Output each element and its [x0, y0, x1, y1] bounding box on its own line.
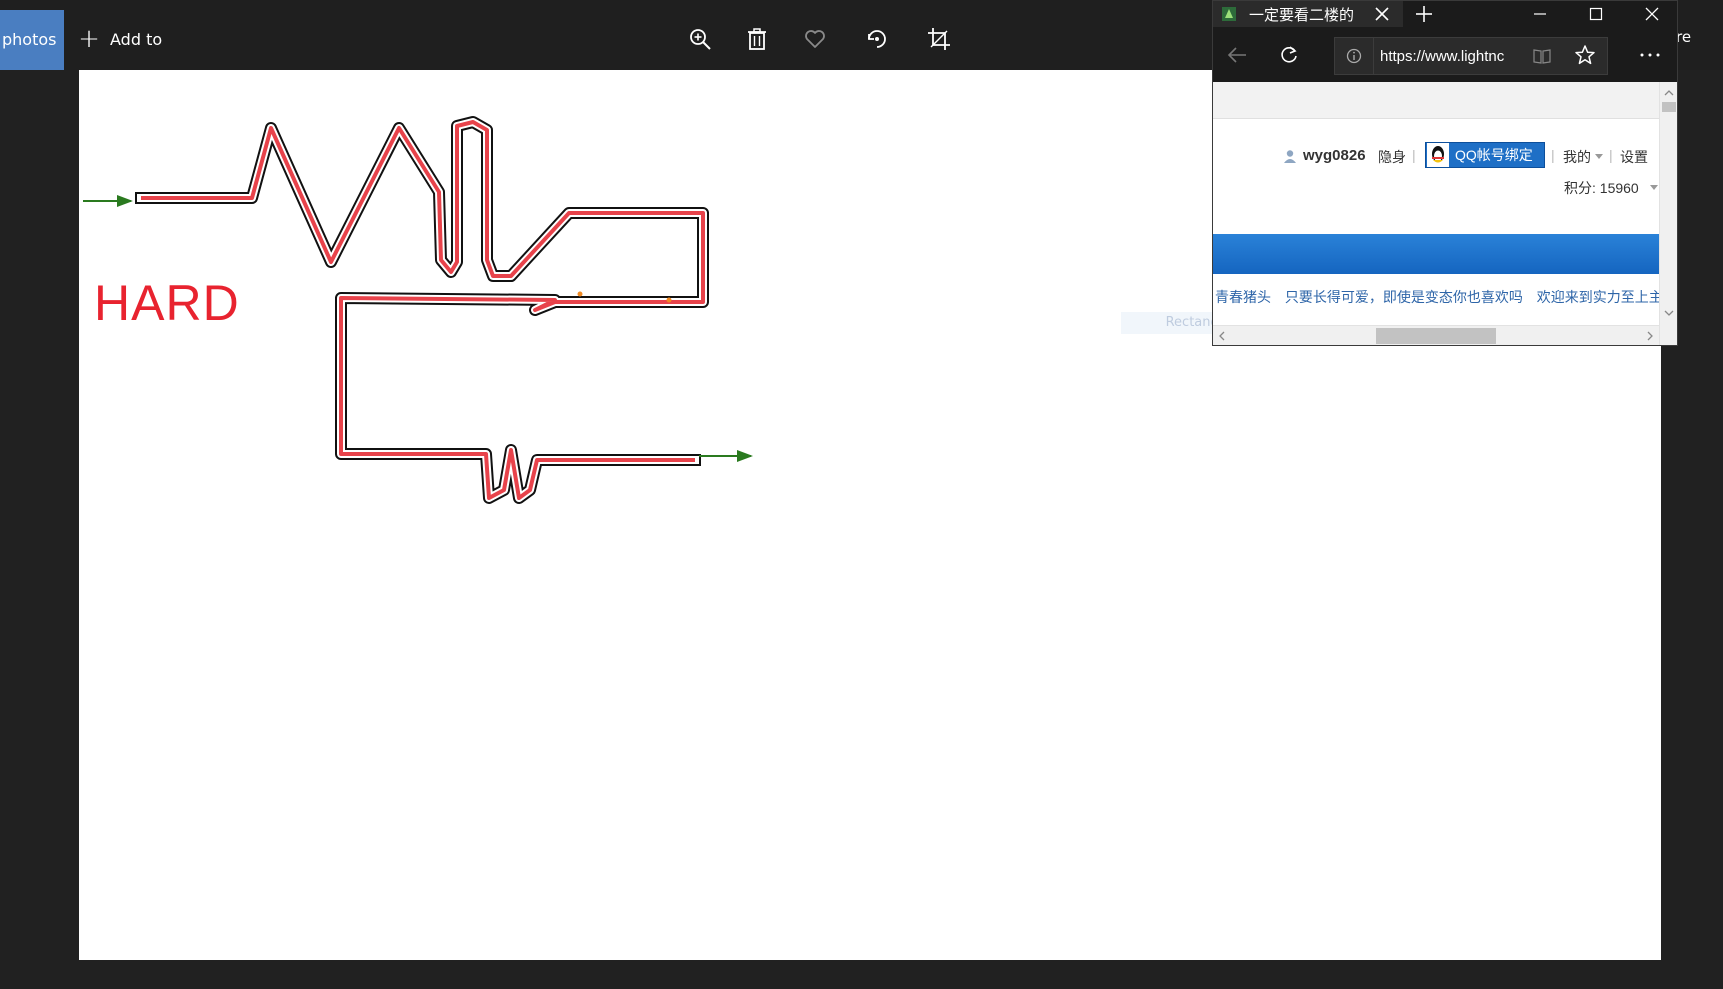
- photos-tab[interactable]: photos: [0, 10, 64, 70]
- browser-content: wyg0826 隐身 | QQ帐号绑定 | 我的 | 设置 积分: 15960 …: [1213, 82, 1659, 345]
- site-nav-bar: [1213, 234, 1659, 274]
- hard-label: HARD: [94, 275, 240, 331]
- user-bar: wyg0826 隐身 | QQ帐号绑定 | 我的 | 设置: [1213, 142, 1659, 168]
- chevron-up-icon: [1664, 90, 1674, 96]
- mine-menu[interactable]: 我的: [1563, 147, 1591, 167]
- favorite-button[interactable]: [800, 24, 830, 54]
- scroll-up-button[interactable]: [1662, 86, 1676, 100]
- chevron-down-icon: [1664, 310, 1674, 316]
- tab-title: 一定要看二楼的: [1249, 5, 1355, 24]
- add-to-button[interactable]: + Add to: [78, 24, 162, 54]
- horizontal-scroll-thumb[interactable]: [1376, 328, 1496, 344]
- back-arrow-icon: [1227, 47, 1246, 63]
- news-ticker: 青春猪头 只要长得可爱，即使是变态你也喜欢吗 欢迎来到实力至上主义的教室: [1215, 287, 1659, 307]
- add-to-label: Add to: [110, 29, 163, 49]
- refresh-button[interactable]: [1275, 41, 1303, 69]
- rotate-button[interactable]: [862, 24, 892, 54]
- info-icon: [1346, 48, 1362, 64]
- minimize-button[interactable]: [1517, 1, 1563, 27]
- plus-icon: +: [78, 24, 100, 54]
- qq-penguin-icon: [1427, 143, 1449, 167]
- settings-link[interactable]: 设置: [1620, 147, 1648, 167]
- reading-view-button[interactable]: [1530, 42, 1554, 70]
- refresh-icon: [1281, 46, 1297, 63]
- vertical-scrollbar[interactable]: [1659, 82, 1677, 345]
- separator: |: [1551, 147, 1555, 163]
- scroll-right-button[interactable]: [1643, 328, 1657, 344]
- horizontal-scrollbar[interactable]: [1213, 325, 1659, 345]
- more-menu-button[interactable]: [1633, 39, 1667, 71]
- zoom-in-button[interactable]: [685, 24, 715, 54]
- scroll-left-button[interactable]: [1215, 328, 1229, 344]
- star-icon: [1575, 45, 1595, 65]
- chevron-left-icon: [1219, 331, 1225, 341]
- url-input[interactable]: [1374, 47, 1530, 65]
- trash-icon: [748, 28, 766, 50]
- close-window-button[interactable]: [1629, 1, 1675, 27]
- username-link[interactable]: wyg0826: [1303, 147, 1366, 164]
- stealth-link[interactable]: 隐身: [1378, 147, 1406, 167]
- browser-titlebar: 一定要看二楼的: [1213, 1, 1677, 27]
- browser-navbar: [1213, 27, 1677, 82]
- content-top-strip: [1213, 82, 1659, 119]
- close-icon: [1645, 7, 1659, 21]
- qq-bind-label: QQ帐号绑定: [1455, 147, 1533, 163]
- book-icon: [1533, 49, 1551, 64]
- chevron-right-icon: [1647, 331, 1653, 341]
- site-info-button[interactable]: [1335, 38, 1374, 74]
- minimize-icon: [1534, 13, 1546, 15]
- new-tab-button[interactable]: [1411, 2, 1437, 26]
- maximize-button[interactable]: [1573, 1, 1619, 27]
- tab-close-button[interactable]: [1371, 3, 1393, 25]
- chevron-down-icon: [1595, 154, 1603, 159]
- points-display[interactable]: 积分: 15960: [1564, 178, 1639, 198]
- delete-button[interactable]: [742, 24, 772, 54]
- plus-icon: [1416, 6, 1432, 22]
- qq-bind-button[interactable]: QQ帐号绑定: [1425, 142, 1545, 168]
- rotate-icon: [868, 30, 886, 48]
- zoom-in-icon: [690, 29, 711, 50]
- back-button[interactable]: [1223, 41, 1251, 69]
- favorite-star-button[interactable]: [1569, 39, 1601, 71]
- share-label-partial[interactable]: re: [1676, 28, 1691, 46]
- more-dots-icon: [1640, 53, 1660, 57]
- heart-icon: [805, 30, 825, 48]
- maximize-icon: [1589, 7, 1603, 21]
- chevron-down-icon: [1650, 185, 1658, 190]
- address-bar[interactable]: [1334, 37, 1608, 75]
- crop-button[interactable]: [924, 24, 954, 54]
- scroll-down-button[interactable]: [1662, 306, 1676, 320]
- ticker-item[interactable]: 青春猪头: [1215, 289, 1271, 305]
- ticker-item[interactable]: 只要长得可爱，即使是变态你也喜欢吗: [1285, 289, 1523, 305]
- separator: |: [1412, 147, 1416, 163]
- browser-tab[interactable]: 一定要看二楼的: [1213, 1, 1403, 27]
- crop-icon: [928, 28, 950, 50]
- ticker-item[interactable]: 欢迎来到实力至上主义的教室: [1537, 289, 1659, 305]
- browser-window: 一定要看二楼的 https://www.lightnc wyg0826 隐身 |…: [1212, 0, 1678, 346]
- separator: |: [1609, 147, 1613, 163]
- vertical-scroll-thumb[interactable]: [1662, 102, 1676, 112]
- close-icon: [1375, 7, 1389, 21]
- user-icon: [1284, 150, 1296, 163]
- site-favicon-icon: [1221, 6, 1237, 22]
